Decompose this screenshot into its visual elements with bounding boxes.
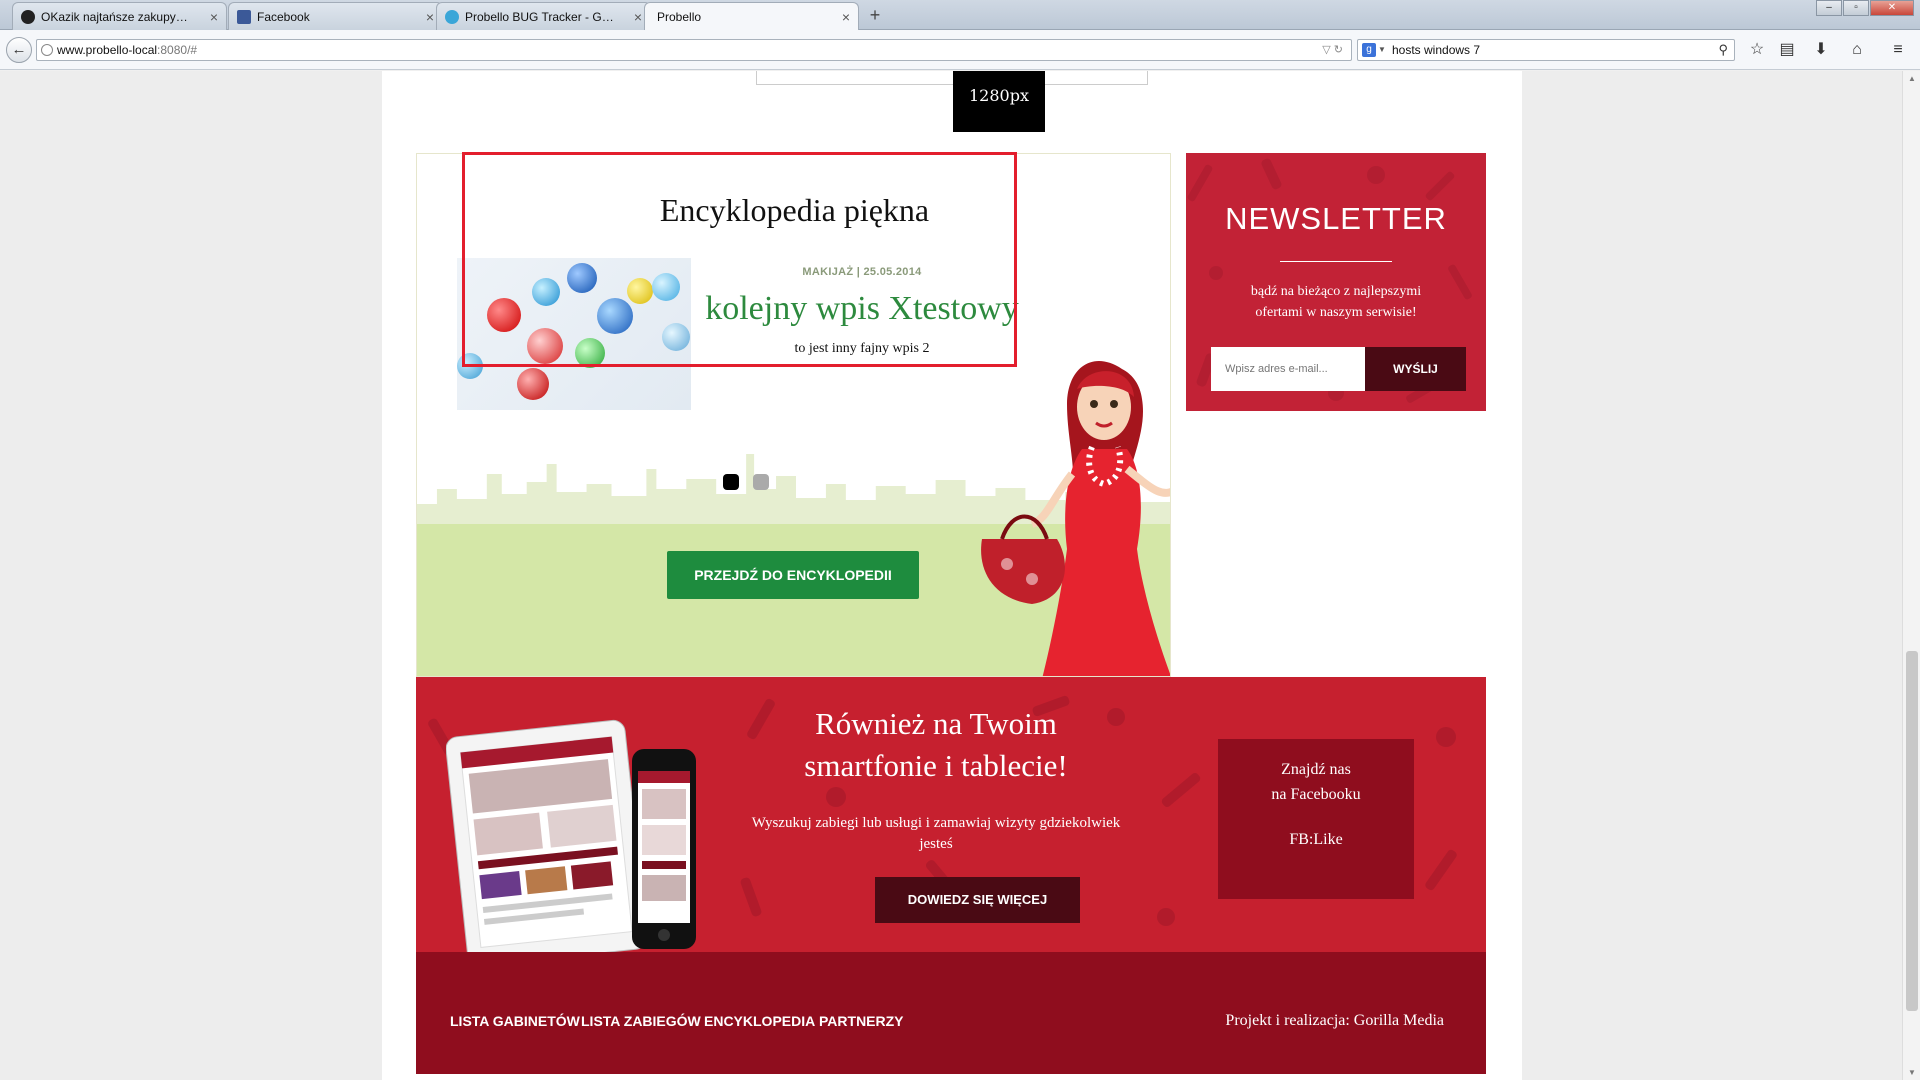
url-host: www.probello-local (57, 43, 158, 57)
download-icon[interactable]: ⬇ (1811, 40, 1831, 60)
search-box-remnant (756, 71, 1148, 85)
promo-title-line2: smartfonie i tablecie! (804, 748, 1068, 783)
browser-nav-bar: ← www.probello-local:8080/# ▽ ↻ g ▼ host… (0, 30, 1920, 70)
url-path: :8080/# (157, 43, 198, 57)
browser-tab-bar: OKazik najtańsze zakupy gr... × Facebook… (0, 0, 1920, 30)
slider-dot-active[interactable] (723, 474, 739, 490)
tab-label: OKazik najtańsze zakupy gr... (41, 10, 191, 24)
okazik-icon (21, 10, 35, 24)
probello-icon (653, 10, 667, 24)
tab-close-icon[interactable]: × (842, 3, 850, 30)
tab-close-icon[interactable]: × (426, 3, 434, 30)
vertical-scrollbar[interactable]: ▲ ▼ (1902, 71, 1920, 1080)
globe-icon (41, 44, 53, 56)
facebook-text-line2: na Facebooku (1271, 786, 1361, 803)
page-content: 1280px Encyklopedia piękna MAKIJAŻ | 25.… (382, 71, 1522, 1080)
page-viewport: 1280px Encyklopedia piękna MAKIJAŻ | 25.… (0, 71, 1902, 1080)
tab-close-icon[interactable]: × (210, 3, 218, 30)
promo-title: Również na Twoim smartfonie i tablecie! (716, 703, 1156, 787)
email-field[interactable] (1211, 347, 1365, 391)
search-bar[interactable]: g ▼ hosts windows 7 ⚲ (1357, 39, 1735, 61)
new-tab-button[interactable]: + (864, 4, 886, 26)
newsletter-submit-button[interactable]: WYŚLIJ (1365, 347, 1466, 391)
footer-credit[interactable]: Projekt i realizacja: Gorilla Media (1225, 1012, 1444, 1030)
promo-text: Wyszukuj zabiegi lub usługi i zamawiaj w… (751, 815, 1121, 852)
footer-link-partners[interactable]: PARTNERZY (819, 1013, 904, 1029)
google-icon[interactable]: g (1362, 43, 1376, 57)
marble-shape (517, 368, 549, 400)
menu-icon[interactable]: ≡ (1888, 40, 1908, 60)
mobile-promo-section: Również na Twoim smartfonie i tablecie! … (416, 677, 1486, 952)
facebook-icon (237, 10, 251, 24)
newsletter-text: bądź na bieżąco z najlepszymi ofertami w… (1250, 284, 1422, 320)
footer-link-treatments[interactable]: LISTA ZABIEGÓW (581, 1013, 701, 1029)
newsletter-divider (1280, 261, 1392, 262)
close-window-button[interactable]: ✕ (1870, 0, 1914, 16)
tab-bugtracker[interactable]: Probello BUG Tracker - Gor... × (436, 2, 651, 30)
facebook-text-line1: Znajdź nas (1281, 761, 1351, 778)
scrollbar-thumb[interactable] (1906, 651, 1918, 1011)
star-icon[interactable]: ☆ (1747, 40, 1767, 60)
address-bar[interactable]: www.probello-local:8080/# ▽ ↻ (36, 39, 1352, 61)
back-button[interactable]: ← (6, 37, 32, 63)
learn-more-button[interactable]: DOWIEDZ SIĘ WIĘCEJ (875, 877, 1080, 923)
newsletter-title: NEWSLETTER (1225, 201, 1447, 236)
search-text: hosts windows 7 (1392, 43, 1481, 57)
woman-illustration (981, 361, 1170, 676)
site-footer: LISTA GABINETÓW LISTA ZABIEGÓW ENCYKLOPE… (416, 952, 1486, 1074)
facebook-like-button[interactable]: FB:Like (1218, 831, 1414, 849)
newsletter-box: NEWSLETTER bądź na bieżąco z najlepszymi… (1186, 153, 1486, 411)
tab-okazik[interactable]: OKazik najtańsze zakupy gr... × (12, 2, 227, 30)
width-badge: 1280px (953, 71, 1045, 132)
slider-dot[interactable] (753, 474, 769, 490)
chevron-down-icon[interactable]: ▼ (1378, 40, 1386, 60)
minimize-button[interactable]: ‒ (1816, 0, 1842, 16)
facebook-box: Znajdź nas na Facebooku FB:Like (1218, 739, 1414, 899)
tab-close-icon[interactable]: × (634, 3, 642, 30)
footer-link-salons[interactable]: LISTA GABINETÓW (450, 1013, 580, 1029)
scroll-up-icon[interactable]: ▲ (1908, 74, 1916, 83)
tab-facebook[interactable]: Facebook × (228, 2, 443, 30)
tab-label: Facebook (257, 10, 310, 24)
promo-title-line1: Również na Twoim (815, 706, 1057, 741)
devices-illustration (446, 719, 696, 952)
go-to-encyclopedia-button[interactable]: PRZEJDŹ DO ENCYKLOPEDII (667, 551, 919, 599)
reload-icon[interactable]: ▽ ↻ (1322, 40, 1343, 60)
home-icon[interactable]: ⌂ (1847, 40, 1867, 60)
maximize-button[interactable]: ▫ (1843, 0, 1869, 16)
tab-probello[interactable]: Probello × (644, 2, 859, 30)
search-icon[interactable]: ⚲ (1718, 40, 1728, 60)
bugtracker-icon (445, 10, 459, 24)
tab-label: Probello (657, 10, 702, 24)
tab-label: Probello BUG Tracker - Gor... (465, 10, 615, 24)
bookmarks-icon[interactable]: ▤ (1777, 40, 1797, 60)
window-controls: ‒ ▫ ✕ (1816, 0, 1914, 16)
footer-link-encyclopedia[interactable]: ENCYKLOPEDIA (704, 1013, 815, 1029)
highlight-frame (462, 152, 1017, 367)
scroll-down-icon[interactable]: ▼ (1908, 1068, 1916, 1077)
